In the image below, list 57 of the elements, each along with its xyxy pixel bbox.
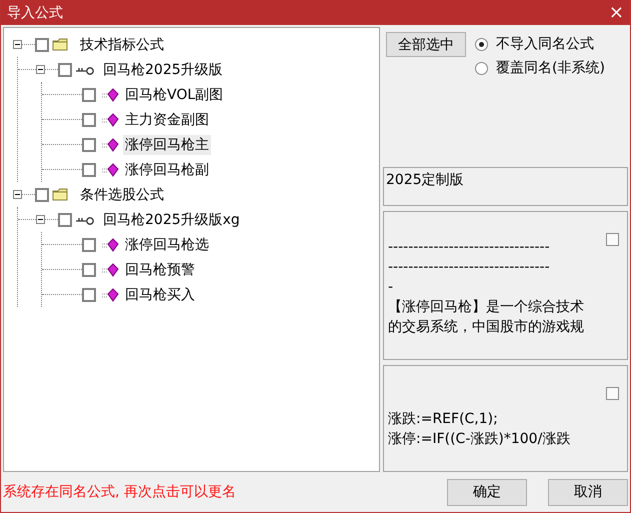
description-line: - <box>388 278 394 297</box>
checkbox[interactable] <box>82 288 96 302</box>
checkbox[interactable] <box>606 387 619 400</box>
radio-button[interactable] <box>475 38 488 50</box>
tree-item[interactable]: 回马枪2025升级版 <box>101 60 225 80</box>
checkbox[interactable] <box>35 38 49 52</box>
checkbox[interactable] <box>58 62 72 76</box>
checkbox[interactable] <box>58 212 72 226</box>
checkbox[interactable] <box>606 233 619 246</box>
checkbox[interactable] <box>82 88 96 102</box>
radio-option[interactable]: 覆盖同名(非系统) <box>475 59 605 77</box>
folder-icon <box>52 37 68 52</box>
description-line: -------------------------------- <box>388 258 550 277</box>
diamond-icon <box>102 262 119 276</box>
tree-item[interactable]: 涨停回马枪副 <box>123 160 211 180</box>
checkbox[interactable] <box>82 112 96 126</box>
status-message: 系统存在同名公式, 再次点击可以更名 <box>3 483 236 501</box>
select-all-button[interactable]: 全部选中 <box>386 32 466 57</box>
diamond-icon <box>102 238 119 252</box>
code-line: 涨跌:=REF(C,1); <box>388 410 498 429</box>
tree-item[interactable]: 条件选股公式 <box>78 184 166 204</box>
checkbox[interactable] <box>82 162 96 176</box>
collapse-icon[interactable] <box>36 65 45 74</box>
folder-icon <box>52 187 68 202</box>
diamond-icon <box>102 112 119 126</box>
window-title: 导入公式 <box>6 4 63 22</box>
ok-button[interactable]: 确定 <box>447 478 527 506</box>
radio-option[interactable]: 不导入同名公式 <box>475 35 605 53</box>
checkbox[interactable] <box>82 138 96 152</box>
tree-item[interactable]: 技术指标公式 <box>78 34 166 54</box>
close-button[interactable]: × <box>602 2 630 22</box>
checkbox[interactable] <box>82 262 96 276</box>
tree-item[interactable]: 回马枪买入 <box>123 284 197 304</box>
cancel-button[interactable]: 取消 <box>548 478 628 506</box>
tree-item[interactable]: 回马枪VOL副图 <box>123 84 226 104</box>
checkbox[interactable] <box>82 238 96 252</box>
version-field[interactable]: 2025定制版 <box>383 167 628 206</box>
collapse-icon[interactable] <box>36 215 45 224</box>
radio-label: 不导入同名公式 <box>496 35 594 53</box>
tree-item[interactable]: 涨停回马枪选 <box>123 234 211 254</box>
checkbox[interactable] <box>35 188 49 202</box>
tree-item[interactable]: 涨停回马枪主 <box>123 134 211 154</box>
radio-label: 覆盖同名(非系统) <box>496 59 605 77</box>
description-line: 的交易系统，中国股市的游戏规 <box>388 318 584 337</box>
tree-item[interactable]: 主力资金副图 <box>123 110 211 130</box>
diamond-icon <box>102 138 119 152</box>
radio-button[interactable] <box>475 62 488 74</box>
diamond-icon <box>102 162 119 176</box>
description-line: -------------------------------- <box>388 238 550 257</box>
tree-item[interactable]: 回马枪2025升级版xg <box>101 210 242 230</box>
diamond-icon <box>102 288 119 302</box>
collapse-icon[interactable] <box>13 190 22 199</box>
code-line: 涨停:=IF((C-涨跌)*100/涨跌 <box>388 430 570 449</box>
collapse-icon[interactable] <box>13 40 22 49</box>
description-line: 【涨停回马枪】是一个综合技术 <box>388 298 584 317</box>
tree-item[interactable]: 回马枪预警 <box>123 260 197 280</box>
diamond-icon <box>102 88 119 102</box>
